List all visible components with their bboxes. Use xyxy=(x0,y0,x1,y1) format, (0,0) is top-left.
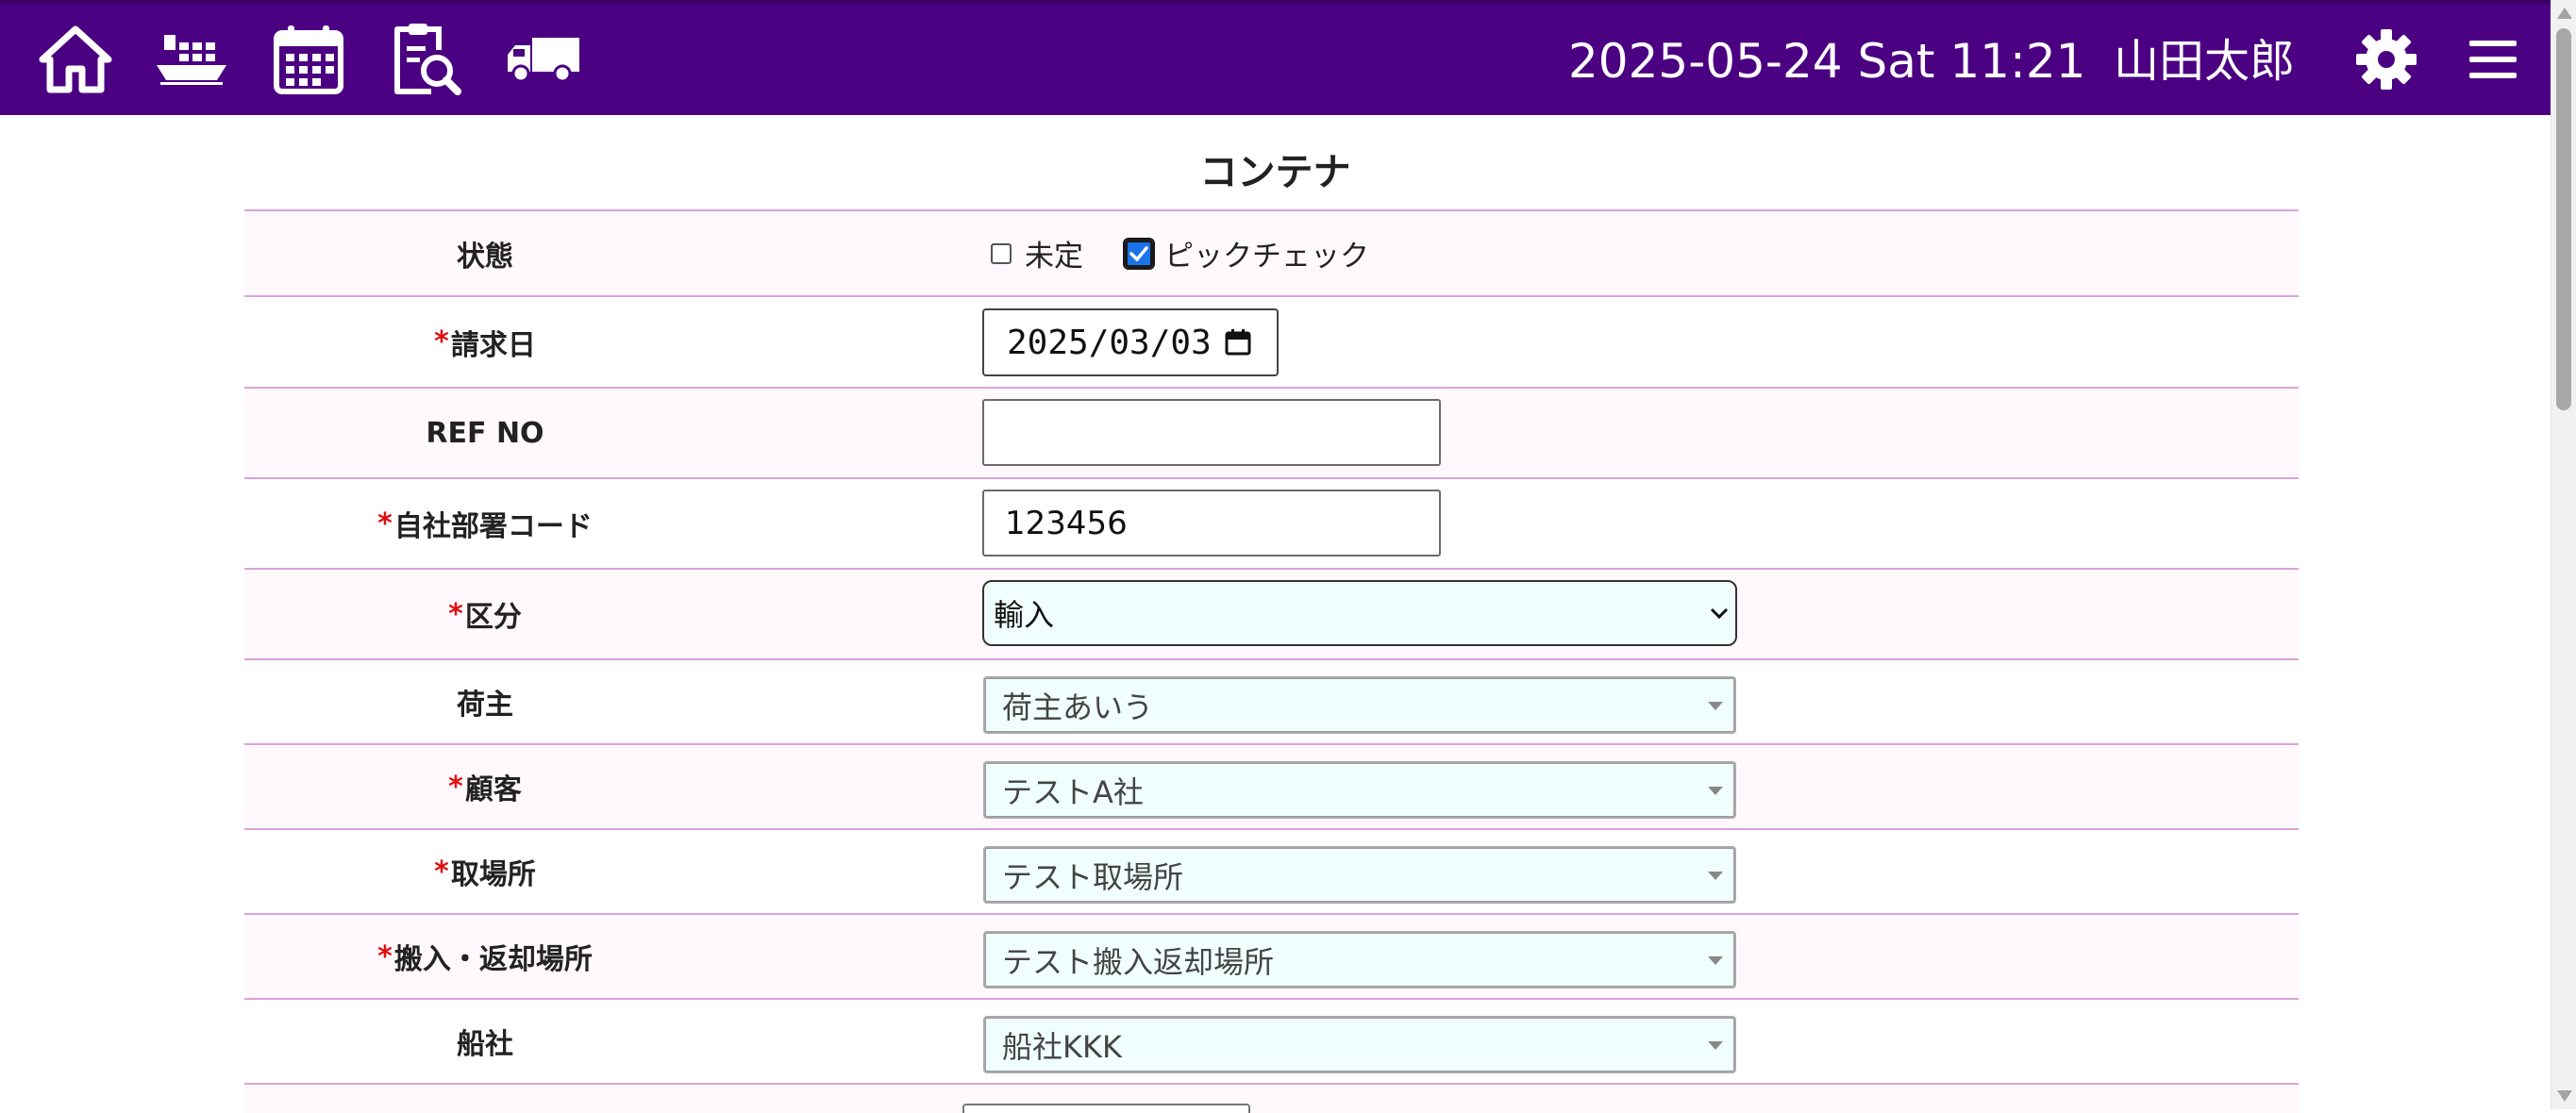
shipper-row: 荷主 荷主あいう xyxy=(244,660,2299,745)
pickup-place-select[interactable]: テスト取場所 xyxy=(983,846,1736,904)
return-place-select[interactable]: テスト搬入返却場所 xyxy=(983,931,1736,988)
required-mark: * xyxy=(448,770,463,804)
page-scrollbar[interactable] xyxy=(2551,0,2576,1109)
calendar-icon[interactable] xyxy=(272,4,345,115)
pick-check-checkbox-label[interactable]: ピックチェック xyxy=(1164,232,1369,274)
undecided-checkbox[interactable] xyxy=(991,242,1012,264)
home-icon[interactable] xyxy=(36,4,115,115)
partial-input-below[interactable] xyxy=(962,1104,1250,1113)
shipping-company-row: 船社 船社KKK xyxy=(244,1000,2299,1085)
required-mark: * xyxy=(434,325,449,358)
pickup-place-row: * 取場所 テスト取場所 xyxy=(244,830,2299,915)
hamburger-menu-icon[interactable] xyxy=(2465,4,2521,115)
shipper-label: 荷主 xyxy=(457,689,513,722)
dropdown-arrow-icon xyxy=(1708,786,1723,795)
checkmark-icon xyxy=(1129,245,1148,261)
shipping-company-label: 船社 xyxy=(457,1028,513,1061)
chevron-down-icon xyxy=(1710,607,1729,620)
pick-check-checkbox[interactable] xyxy=(1123,237,1155,270)
dept-code-row: * 自社部署コード 123456 xyxy=(244,479,2299,570)
document-search-icon[interactable] xyxy=(389,4,462,115)
customer-label: * 顧客 xyxy=(448,770,522,807)
page-title: コンテナ xyxy=(1199,151,1351,194)
ref-no-row: REF NO xyxy=(244,389,2299,479)
required-mark: * xyxy=(448,597,463,631)
current-datetime: 2025-05-24 Sat 11:21 xyxy=(1568,34,2086,89)
undecided-checkbox-label[interactable]: 未定 xyxy=(1025,232,1083,274)
status-checkbox-group: 未定 ピックチェック xyxy=(738,211,1369,295)
category-row: * 区分 輸入 xyxy=(244,570,2299,660)
dropdown-arrow-icon xyxy=(1708,701,1723,710)
ship-icon[interactable] xyxy=(155,4,228,115)
category-select[interactable]: 輸入 xyxy=(982,580,1737,646)
required-mark: * xyxy=(377,939,393,973)
status-label: 状態 xyxy=(457,240,513,274)
shipper-select[interactable]: 荷主あいう xyxy=(983,676,1736,734)
date-picker-calendar-icon[interactable] xyxy=(1224,328,1252,357)
status-row: 状態 未定 ピックチェック xyxy=(244,211,2299,297)
category-label: * 区分 xyxy=(448,597,522,635)
scroll-up-arrow-icon[interactable] xyxy=(2557,8,2572,19)
dept-code-label: * 自社部署コード xyxy=(377,507,593,544)
return-place-label: * 搬入・返却場所 xyxy=(377,939,593,977)
shipping-company-select[interactable]: 船社KKK xyxy=(983,1016,1736,1073)
customer-row: * 顧客 テストA社 xyxy=(244,745,2299,830)
dropdown-arrow-icon xyxy=(1708,1040,1723,1050)
pickup-place-label: * 取場所 xyxy=(434,855,536,892)
dropdown-arrow-icon xyxy=(1708,871,1723,880)
customer-select[interactable]: テストA社 xyxy=(983,761,1736,819)
scroll-down-arrow-icon[interactable] xyxy=(2557,1090,2572,1102)
container-form: 状態 未定 ピックチェック * 請求日 2025/03/03 REF NO * … xyxy=(244,209,2299,1113)
gear-icon[interactable] xyxy=(2353,4,2419,115)
billing-date-input[interactable]: 2025/03/03 xyxy=(982,308,1279,376)
ref-no-label: REF NO xyxy=(426,416,544,450)
dept-code-input[interactable]: 123456 xyxy=(982,490,1441,556)
truck-icon[interactable] xyxy=(506,4,581,115)
user-name[interactable]: 山田太郎 xyxy=(2114,28,2295,94)
billing-date-row: * 請求日 2025/03/03 xyxy=(244,297,2299,389)
return-place-row: * 搬入・返却場所 テスト搬入返却場所 xyxy=(244,915,2299,1000)
top-navigation-bar: 2025-05-24 Sat 11:21 山田太郎 xyxy=(0,0,2551,115)
billing-date-label: * 請求日 xyxy=(434,325,536,362)
scroll-thumb[interactable] xyxy=(2556,28,2571,410)
required-mark: * xyxy=(434,855,449,889)
dropdown-arrow-icon xyxy=(1708,955,1723,965)
required-mark: * xyxy=(377,507,393,540)
ref-no-input[interactable] xyxy=(982,399,1441,466)
